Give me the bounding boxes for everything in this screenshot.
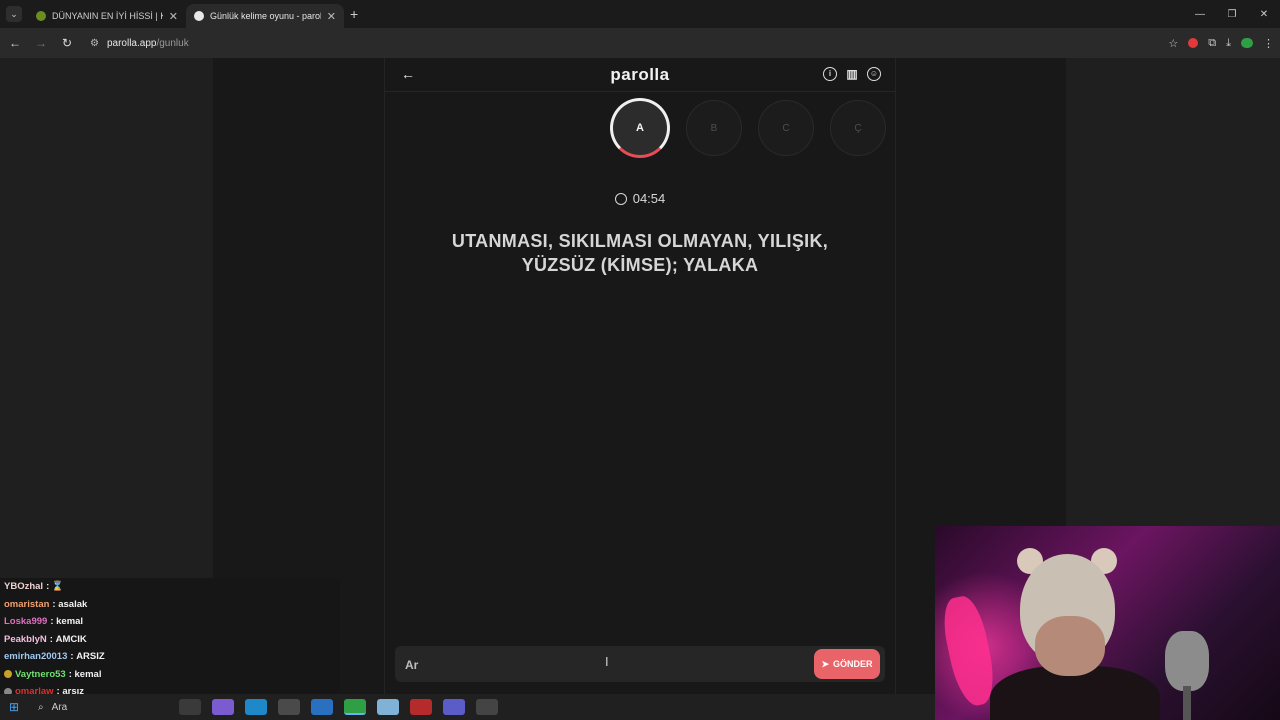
app-brand: parolla [610,65,670,84]
chat-text: kemal [74,668,102,680]
stats-icon[interactable]: ▥ [845,67,859,81]
parolla-app: ← parolla i ▥ ☺ A B C Ç 04:54 UTANMASI, … [384,58,896,694]
letter-circle-a: A [610,98,670,158]
timer: 04:54 [385,191,895,206]
chat-username: PeakblyN [4,633,47,645]
chat-message: YBOzhal: ⌛ [4,581,64,593]
letter-track: A B C Ç [610,98,886,158]
answer-input[interactable] [405,656,785,674]
notes-icon[interactable] [377,699,399,715]
left-background [0,58,213,578]
emote-icon: ⌛ [51,581,64,593]
mail-icon[interactable] [311,699,333,715]
store-icon[interactable] [278,699,300,715]
search-icon: ⌕ [38,701,44,713]
timer-value: 04:54 [632,191,666,206]
extensions-puzzle-icon[interactable]: ⧉ [1208,37,1216,50]
chat-message: emirhan20013: ARSIZ [4,651,105,663]
taskbar-search-label: Ara [51,701,68,713]
chat-text: kemal [56,616,84,628]
plus-icon[interactable]: + [350,6,358,22]
tab-search-icon[interactable]: ⌄ [6,6,22,22]
tab-favicon-1 [36,11,46,21]
edge-icon[interactable] [245,699,267,715]
send-arrow-icon: ➤ [821,658,830,669]
send-button[interactable]: ➤ GÖNDER [814,649,880,679]
taskbar: ⊞ ⌕ Ara [0,694,935,720]
voicemeeter-icon[interactable] [410,699,432,715]
right-background [1066,58,1280,526]
close-tab-icon[interactable]: ✕ [327,10,336,23]
chat-message: PeakblyN: AMCIK [4,633,87,645]
close-tab-icon[interactable]: ✕ [169,10,178,23]
letter-circle-cedilla: Ç [830,100,886,156]
chat-text: AMCIK [55,633,87,645]
answer-bar: I ➤ GÖNDER [395,646,885,682]
url-host: parolla.app [106,37,157,49]
chat-username: Vaytnero53 [15,668,66,680]
streaming-app-icon[interactable] [443,699,465,715]
stream-chat-overlay: YBOzhal: ⌛ omaristan: asalak Loska999: k… [0,578,340,698]
profile-icon[interactable]: ☺ [867,67,881,81]
header-icons: i ▥ ☺ [823,67,881,81]
task-view-icon[interactable] [179,699,201,715]
browser-tab-1[interactable]: DÜNYANIN EN İYİ HİSSİ | KÖR S ✕ [28,4,186,28]
toolbar-actions: ☆ ⧉ ⤓ ⋮ [1168,28,1274,58]
site-info-icon[interactable]: ⚙ [90,38,99,49]
chat-username: omaristan [4,598,50,610]
clue-text: UTANMASI, SIKILMASI OLMAYAN, YILIŞIK, YÜ… [451,231,829,275]
bookmark-star-icon[interactable]: ☆ [1168,37,1178,50]
letter-circle-c: C [758,100,814,156]
chat-message: Vaytnero53: kemal [0,666,340,684]
browser-toolbar: ← → ↻ ⚙ parolla.app/gunluk ☆ ⧉ ⤓ ⋮ [0,28,1280,58]
profile-extension-icon[interactable] [1241,38,1253,48]
chat-message: Loska999: kemal [4,616,84,628]
chat-message: omaristan: asalak [4,598,88,610]
chrome-icon[interactable] [344,699,366,715]
extension-record-icon[interactable] [1188,38,1199,48]
copilot-icon[interactable] [212,699,234,715]
restore-icon[interactable]: ❐ [1216,9,1248,20]
minimize-icon[interactable]: — [1184,9,1216,20]
address-bar[interactable]: ⚙ parolla.app/gunluk [84,31,1144,55]
url-path: /gunluk [156,37,189,49]
letter-circle-b: B [686,100,742,156]
reload-icon[interactable]: ↻ [55,36,79,50]
info-icon[interactable]: i [823,67,837,81]
badge-icon [4,670,12,679]
back-arrow-icon[interactable]: ← [3,36,27,50]
download-icon[interactable]: ⤓ [1226,37,1231,50]
tab-title-1: DÜNYANIN EN İYİ HİSSİ | KÖR S [52,11,163,21]
send-label: GÖNDER [833,659,873,669]
browser-tab-2[interactable]: Günlük kelime oyunu - parolla ✕ [186,4,344,28]
tab-favicon-2 [194,11,204,21]
chat-text: asalak [58,598,88,610]
chat-username: emirhan20013 [4,651,68,663]
tab-title-2: Günlük kelime oyunu - parolla [210,11,321,21]
browser-tab-bar: ⌄ DÜNYANIN EN İYİ HİSSİ | KÖR S ✕ Günlük… [0,0,1280,28]
forward-arrow-icon[interactable]: → [29,36,53,50]
app-header: ← parolla i ▥ ☺ [385,58,895,92]
text-cursor-icon: I [605,654,609,669]
clock-icon [614,193,627,205]
browser-menu-icon[interactable]: ⋮ [1263,37,1274,50]
webcam-overlay [935,526,1280,720]
taskbar-search[interactable]: ⌕ Ara [28,694,168,720]
obs-icon[interactable] [476,699,498,715]
windows-start-icon[interactable]: ⊞ [0,700,28,714]
microphone-illustration [1165,631,1209,691]
window-controls: — ❐ ✕ [1184,0,1280,28]
close-icon[interactable]: ✕ [1248,9,1280,20]
chat-text: ARSIZ [76,651,105,663]
chat-username: YBOzhal [4,581,44,593]
chat-username: Loska999 [4,616,48,628]
